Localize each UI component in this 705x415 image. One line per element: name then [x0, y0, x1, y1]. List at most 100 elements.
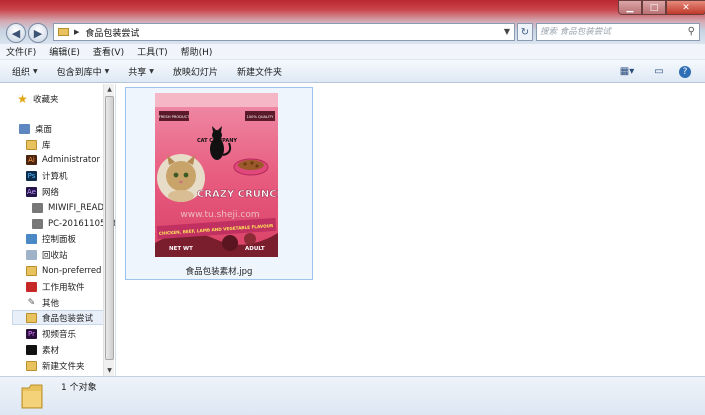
window-controls: ▁ □ ✕: [618, 0, 705, 15]
nav-label: 工作用软件: [42, 282, 85, 293]
navigation-pane: ★ 收藏夹 桌面 库 Ai Administrator Ps 计算机 Ae 网络…: [0, 84, 116, 376]
star-icon: ★: [17, 91, 28, 106]
address-dropdown-icon[interactable]: ▼: [504, 27, 510, 36]
nav-scrollbar[interactable]: ▲ ▼: [103, 84, 114, 376]
search-input[interactable]: [540, 27, 680, 37]
preview-pane-button[interactable]: ▭: [652, 64, 666, 79]
address-bar[interactable]: ▶ 食品包装尝试 ▼: [53, 23, 515, 41]
premiere-icon: Pr: [26, 328, 37, 339]
product-name-text: CRAZY CRUNCH: [197, 189, 278, 200]
item-count: 1 个对象: [61, 383, 97, 393]
nav-label: 收藏夹: [33, 94, 59, 105]
nav-item-favorites[interactable]: ★ 收藏夹: [17, 91, 115, 106]
badge-left-text: FRESH PRODUCT: [159, 115, 190, 119]
minimize-icon: ▁: [626, 2, 634, 13]
cat-food-bag-image: FRESH PRODUCT 100% QUALITY CAT COMPANY C…: [155, 93, 278, 257]
refresh-button[interactable]: ↻: [517, 23, 533, 41]
change-view-button[interactable]: ▦▾: [616, 64, 638, 79]
desktop-icon: [19, 123, 30, 134]
new-folder-button[interactable]: 新建文件夹: [237, 65, 282, 78]
file-thumbnail[interactable]: FRESH PRODUCT 100% QUALITY CAT COMPANY C…: [155, 93, 278, 257]
chevron-down-icon: ▼: [104, 67, 110, 75]
maximize-icon: □: [649, 2, 659, 13]
search-box[interactable]: ⚲: [536, 23, 700, 41]
menu-help[interactable]: 帮助(H): [181, 45, 213, 58]
menu-bar: 文件(F) 编辑(E) 查看(V) 工具(T) 帮助(H): [0, 44, 705, 60]
chevron-down-icon: ▼: [149, 67, 154, 75]
folder-icon: [58, 28, 69, 36]
brand-text: CAT COMPANY: [197, 138, 237, 144]
file-name[interactable]: 食品包装素材.jpg: [126, 265, 312, 277]
slideshow-label: 放映幻灯片: [172, 67, 218, 78]
share-label: 共享: [128, 67, 147, 78]
back-button[interactable]: ◀: [6, 23, 26, 43]
file-item[interactable]: FRESH PRODUCT 100% QUALITY CAT COMPANY C…: [125, 87, 313, 280]
folder-icon: [26, 265, 37, 276]
nav-label: 计算机: [42, 171, 68, 182]
control-panel-icon: [26, 233, 37, 244]
command-bar: 组织 ▼ 包含到库中 ▼ 共享 ▼ 放映幻灯片 新建文件夹 ▦▾ ▭ ?: [0, 60, 705, 83]
pdf-icon: [26, 281, 37, 292]
share-button[interactable]: 共享 ▼: [128, 65, 154, 78]
help-button[interactable]: ?: [678, 64, 692, 79]
minimize-button[interactable]: ▁: [618, 0, 642, 15]
aftereffects-icon: Ae: [26, 186, 37, 197]
menu-view[interactable]: 查看(V): [93, 45, 124, 58]
nav-label: MIWIFI_READ: [48, 202, 105, 213]
nav-label: 控制面板: [42, 234, 77, 245]
preview-pane-icon: ▭: [654, 66, 664, 77]
folder-icon: [21, 384, 43, 409]
organize-label: 组织: [12, 67, 31, 78]
nav-label: Non-preferred: [42, 265, 102, 276]
nav-label: 视频音乐: [42, 329, 77, 340]
search-icon[interactable]: ⚲: [688, 26, 695, 37]
watermark-text: www.tu.sheji.com: [180, 210, 259, 220]
back-arrow-icon: ◀: [11, 26, 21, 40]
nav-item-desktop[interactable]: 桌面: [19, 121, 115, 136]
include-in-library-button[interactable]: 包含到库中 ▼: [57, 65, 110, 78]
close-button[interactable]: ✕: [666, 0, 705, 15]
folder-icon: [26, 312, 37, 323]
recycle-bin-icon: [26, 249, 37, 260]
scroll-up-icon[interactable]: ▲: [104, 84, 115, 95]
title-bar: ◀ ▶ ▶ 食品包装尝试 ▼ ↻ ⚲ ▁ □ ✕: [0, 0, 705, 44]
view-icon: ▦▾: [619, 66, 635, 77]
close-icon: ✕: [682, 2, 690, 13]
nav-label: 回收站: [42, 250, 68, 261]
nav-label: 素材: [42, 345, 60, 356]
slideshow-button[interactable]: 放映幻灯片: [173, 65, 218, 78]
folder-icon: [26, 139, 37, 150]
photoshop-icon: Ps: [26, 170, 37, 181]
chevron-down-icon: ▼: [33, 67, 38, 75]
organize-button[interactable]: 组织 ▼: [12, 65, 38, 78]
nav-label: Administrator: [42, 154, 100, 165]
include-in-library-label: 包含到库中: [56, 67, 102, 78]
age-text: ADULT: [245, 246, 265, 252]
net-weight-text: NET WT: [169, 246, 193, 252]
material-icon: [26, 344, 37, 355]
nav-label: 桌面: [35, 124, 53, 135]
maximize-button[interactable]: □: [642, 0, 666, 15]
nav-item-food-packaging[interactable]: 食品包装尝试: [12, 310, 104, 325]
nav-label: 网络: [42, 187, 60, 198]
misc-icon: ✎: [27, 297, 36, 308]
forward-button[interactable]: ▶: [28, 23, 48, 43]
nav-label: 新建文件夹: [42, 361, 85, 372]
menu-edit[interactable]: 编辑(E): [49, 45, 80, 58]
network-computer-icon: [32, 202, 43, 213]
scroll-thumb[interactable]: [105, 96, 114, 360]
refresh-icon: ↻: [520, 26, 530, 38]
file-list[interactable]: FRESH PRODUCT 100% QUALITY CAT COMPANY C…: [117, 84, 705, 376]
nav-label: 其他: [42, 298, 60, 309]
scroll-down-icon[interactable]: ▼: [104, 365, 115, 376]
menu-tools[interactable]: 工具(T): [137, 45, 168, 58]
network-computer-icon: [32, 218, 43, 229]
folder-icon: [26, 360, 37, 371]
illustrator-icon: Ai: [26, 154, 37, 165]
badge-right-text: 100% QUALITY: [247, 115, 275, 119]
menu-file[interactable]: 文件(F): [6, 45, 36, 58]
nav-label: 库: [42, 140, 51, 151]
new-folder-label: 新建文件夹: [236, 67, 282, 78]
forward-arrow-icon: ▶: [33, 26, 43, 40]
breadcrumb-current[interactable]: 食品包装尝试: [85, 26, 139, 39]
